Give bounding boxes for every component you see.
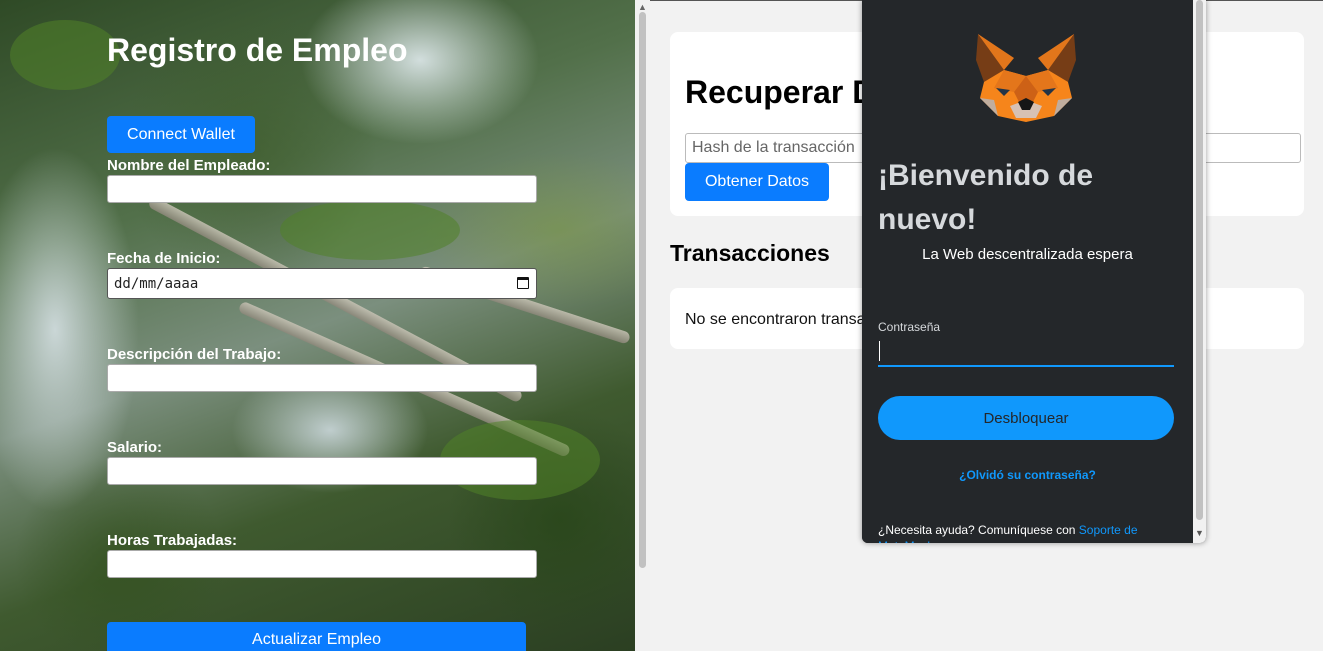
forgot-password-link[interactable]: ¿Olvidó su contraseña? bbox=[862, 468, 1193, 482]
update-employee-button[interactable]: Actualizar Empleo bbox=[107, 622, 526, 651]
metamask-popup: ¡Bienvenido de nuevo! La Web descentrali… bbox=[862, 0, 1206, 543]
page-scrollbar[interactable]: ▲ bbox=[635, 0, 650, 651]
metamask-content: ¡Bienvenido de nuevo! La Web descentrali… bbox=[862, 0, 1193, 543]
background-fern bbox=[10, 20, 120, 90]
calendar-icon[interactable] bbox=[517, 277, 529, 289]
scroll-up-icon[interactable]: ▲ bbox=[638, 2, 647, 12]
password-input[interactable] bbox=[878, 338, 1174, 367]
metamask-fox-icon bbox=[976, 34, 1076, 122]
recover-data-title: Recuperar D bbox=[685, 74, 876, 110]
hours-worked-input[interactable] bbox=[107, 550, 537, 578]
hours-worked-label: Horas Trabajadas: bbox=[107, 532, 238, 549]
help-text: ¿Necesita ayuda? Comuníquese con Soporte… bbox=[878, 522, 1178, 543]
job-description-input[interactable] bbox=[107, 364, 537, 392]
salary-input[interactable] bbox=[107, 457, 537, 485]
popup-scrollbar[interactable]: ▼ bbox=[1193, 0, 1206, 543]
text-cursor bbox=[879, 341, 880, 361]
no-transactions-text: No se encontraron transa bbox=[685, 311, 866, 328]
background-fern bbox=[280, 200, 460, 260]
help-text-prefix: ¿Necesita ayuda? Comuníquese con bbox=[878, 523, 1079, 537]
popup-scrollbar-thumb[interactable] bbox=[1196, 0, 1203, 520]
page-title: Registro de Empleo bbox=[107, 32, 408, 68]
start-date-input[interactable]: dd/mm/aaaa bbox=[107, 268, 537, 299]
password-label: Contraseña bbox=[878, 320, 941, 334]
hash-placeholder: Hash de la transacción bbox=[692, 139, 855, 156]
get-data-button[interactable]: Obtener Datos bbox=[685, 163, 829, 201]
date-placeholder: dd/mm/aaaa bbox=[114, 275, 199, 292]
unlock-button[interactable]: Desbloquear bbox=[878, 396, 1174, 440]
welcome-title: ¡Bienvenido de nuevo! bbox=[878, 159, 1094, 236]
welcome-subtitle: La Web descentralizada espera bbox=[922, 246, 1133, 263]
scroll-down-icon[interactable]: ▼ bbox=[1195, 528, 1204, 538]
scrollbar-thumb[interactable] bbox=[639, 12, 646, 568]
connect-wallet-button[interactable]: Connect Wallet bbox=[107, 116, 255, 153]
transactions-title: Transacciones bbox=[670, 240, 830, 266]
salary-label: Salario: bbox=[107, 439, 163, 456]
employee-name-input[interactable] bbox=[107, 175, 537, 203]
employee-name-label: Nombre del Empleado: bbox=[107, 157, 271, 174]
job-description-label: Descripción del Trabajo: bbox=[107, 346, 282, 363]
start-date-label: Fecha de Inicio: bbox=[107, 250, 221, 267]
employee-registration-panel: Registro de Empleo Connect Wallet Nombre… bbox=[0, 0, 635, 651]
